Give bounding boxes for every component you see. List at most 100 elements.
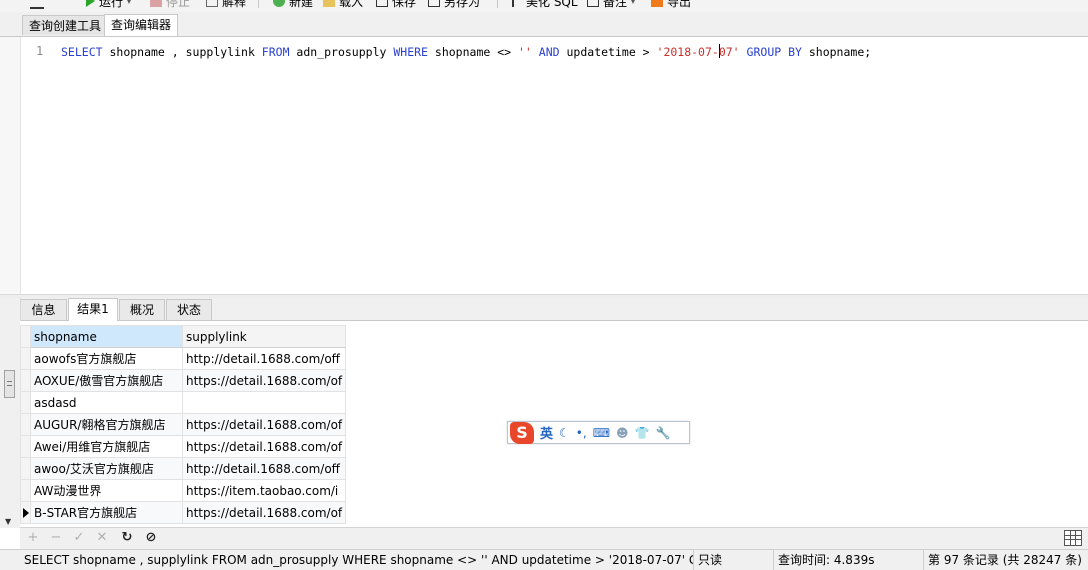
result-tabs-bar: 信息 结果1 概况 状态 <box>20 298 1088 321</box>
tab-overview[interactable]: 概况 <box>119 299 165 320</box>
table-row[interactable]: AW动漫世界 https://item.taobao.com/i <box>20 479 347 502</box>
stop-button[interactable]: 停止 <box>150 0 190 10</box>
save-as-label: 另存为 <box>444 0 481 9</box>
load-button[interactable]: 载入 <box>323 0 363 10</box>
tab-query-editor[interactable]: 查询编辑器 <box>104 14 179 36</box>
row-indicator[interactable] <box>20 369 31 392</box>
sql-string: 07' <box>718 45 740 59</box>
comment-button[interactable]: 备注 ▾ <box>587 0 635 10</box>
explain-icon <box>206 0 218 7</box>
current-row-arrow-icon <box>23 508 29 518</box>
punctuation-icon[interactable]: •, <box>576 426 587 440</box>
save-icon <box>376 0 388 7</box>
new-label: 新建 <box>289 0 314 9</box>
new-button[interactable]: 新建 <box>273 0 313 10</box>
cell-shopname[interactable]: B-STAR官方旗舰店 <box>30 501 183 524</box>
user-icon[interactable]: ☻ <box>616 426 629 440</box>
sql-text: shopname; <box>801 45 872 59</box>
delete-record-button[interactable]: − <box>48 530 64 546</box>
line-number: 1 <box>36 44 44 58</box>
grid-view-icon[interactable] <box>1064 530 1082 546</box>
keyboard-icon[interactable]: ⌨ <box>593 426 610 440</box>
export-icon <box>651 0 663 7</box>
export-button[interactable]: 导出 <box>651 0 691 10</box>
stop-button[interactable]: ⊘ <box>143 530 159 546</box>
run-button[interactable]: 运行 ▾ <box>86 0 131 10</box>
table-row[interactable]: B-STAR官方旗舰店 https://detail.1688.com/of <box>20 501 347 524</box>
column-header-shopname[interactable]: shopname <box>30 325 183 348</box>
hamburger-icon <box>30 7 44 9</box>
cell-supplylink[interactable]: https://detail.1688.com/of <box>181 501 347 524</box>
explain-label: 解释 <box>222 0 247 9</box>
cell-shopname[interactable]: AW动漫世界 <box>30 479 183 502</box>
tab-label: 查询编辑器 <box>111 18 172 32</box>
main-toolbar: 运行 ▾ 停止 解释 新建 载入 保存 另存为 美化 SQL 备注 ▾ 导出 <box>0 0 1088 12</box>
row-indicator[interactable] <box>20 347 31 370</box>
row-indicator[interactable] <box>20 435 31 458</box>
cell-supplylink[interactable]: https://detail.1688.com/of <box>181 413 347 436</box>
folder-open-icon <box>323 0 335 7</box>
sql-code-line[interactable]: SELECT shopname , supplylink FROM adn_pr… <box>61 44 871 59</box>
table-row[interactable]: Awei/用维官方旗舰店 https://detail.1688.com/of <box>20 435 347 458</box>
tab-status[interactable]: 状态 <box>166 299 212 320</box>
tab-label: 结果1 <box>77 302 109 316</box>
table-header-row: shopname supplylink <box>20 325 347 348</box>
stop-label: 停止 <box>166 0 191 9</box>
refresh-button[interactable]: ↻ <box>119 530 135 546</box>
moon-icon[interactable]: ☾ <box>559 426 570 440</box>
sql-editor[interactable]: 1 SELECT shopname , supplylink FROM adn_… <box>0 37 1088 295</box>
cell-supplylink[interactable]: http://detail.1688.com/off <box>181 457 347 480</box>
sql-keyword: WHERE <box>393 45 428 59</box>
play-icon <box>86 0 95 7</box>
ime-language-toggle[interactable]: 英 <box>540 423 553 442</box>
cell-shopname[interactable]: asdasd <box>30 391 183 414</box>
beautify-sql-button[interactable]: 美化 SQL <box>512 0 578 10</box>
row-indicator[interactable] <box>20 457 31 480</box>
save-label: 保存 <box>392 0 417 9</box>
tab-label: 查询创建工具 <box>29 19 102 33</box>
row-indicator[interactable] <box>20 391 31 414</box>
table-row[interactable]: awoo/艾沃官方旗舰店 http://detail.1688.com/off <box>20 457 347 480</box>
explain-button[interactable]: 解释 <box>206 0 246 10</box>
cell-shopname[interactable]: AUGUR/翱格官方旗舰店 <box>30 413 183 436</box>
beautify-icon <box>512 0 522 7</box>
row-indicator[interactable] <box>20 413 31 436</box>
tab-label: 概况 <box>129 303 154 317</box>
cell-supplylink[interactable]: https://item.taobao.com/i <box>181 479 347 502</box>
row-indicator[interactable] <box>20 479 31 502</box>
tab-info[interactable]: 信息 <box>20 299 67 320</box>
save-button[interactable]: 保存 <box>376 0 416 10</box>
column-header-supplylink[interactable]: supplylink <box>181 325 347 348</box>
wrench-icon[interactable]: 🔧 <box>655 426 670 440</box>
table-row[interactable]: AUGUR/翱格官方旗舰店 https://detail.1688.com/of <box>20 413 347 436</box>
save-as-button[interactable]: 另存为 <box>428 0 480 10</box>
table-row[interactable]: aowofs官方旗舰店 http://detail.1688.com/off <box>20 347 347 370</box>
tab-query-builder[interactable]: 查询创建工具 <box>22 15 109 35</box>
skin-shirt-icon[interactable]: 👕 <box>635 426 650 440</box>
toolbar-separator <box>258 0 259 8</box>
toolbar-separator <box>497 0 498 8</box>
query-tabs-bar: 查询创建工具 查询编辑器 <box>0 12 1088 37</box>
cell-supplylink[interactable]: https://detail.1688.com/of <box>181 435 347 458</box>
row-indicator[interactable] <box>20 501 31 524</box>
cell-supplylink[interactable]: https://detail.1688.com/of <box>181 369 347 392</box>
cell-shopname[interactable]: AOXUE/傲雪官方旗舰店 <box>30 369 183 392</box>
table-row[interactable]: AOXUE/傲雪官方旗舰店 https://detail.1688.com/of <box>20 369 347 392</box>
menu-button[interactable] <box>30 0 44 10</box>
cell-supplylink[interactable]: http://detail.1688.com/off <box>181 347 347 370</box>
resize-handle[interactable] <box>4 370 15 398</box>
table-row[interactable]: asdasd <box>20 391 347 414</box>
cell-shopname[interactable]: awoo/艾沃官方旗舰店 <box>30 457 183 480</box>
cancel-button[interactable]: ✕ <box>94 530 110 546</box>
cell-shopname[interactable]: Awei/用维官方旗舰店 <box>30 435 183 458</box>
ime-toolbar[interactable]: S 英 ☾ •, ⌨ ☻ 👕 🔧 <box>507 421 690 444</box>
tab-result1[interactable]: 结果1 <box>68 298 118 321</box>
sogou-logo-icon[interactable]: S <box>510 421 534 444</box>
triangle-down-icon: ▼ <box>5 517 12 526</box>
add-record-button[interactable]: + <box>25 530 41 546</box>
apply-button[interactable]: ✓ <box>71 530 87 546</box>
beautify-sql-label: 美化 SQL <box>526 0 578 9</box>
cell-shopname[interactable]: aowofs官方旗舰店 <box>30 347 183 370</box>
cell-supplylink[interactable] <box>181 391 347 414</box>
